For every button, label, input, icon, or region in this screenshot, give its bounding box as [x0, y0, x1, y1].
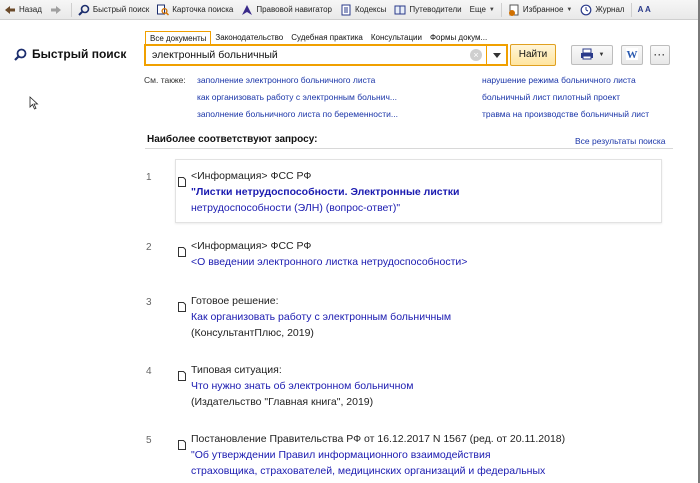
favorites-label: Избранное — [522, 5, 564, 14]
arrow-right-icon — [50, 4, 62, 16]
navigator-icon — [241, 4, 253, 16]
guides-button[interactable]: Путеводители — [390, 0, 465, 20]
result-item[interactable]: Готовое решение: Как организовать работу… — [191, 293, 451, 341]
codes-book-icon — [340, 4, 352, 16]
result-source: Типовая ситуация: — [191, 364, 282, 376]
result-title[interactable]: <О введении электронного листка нетрудос… — [191, 254, 467, 270]
see-also-link[interactable]: заполнение больничного листа по беременн… — [197, 109, 398, 119]
chevron-down-icon — [492, 52, 501, 58]
page-title: Быстрый поиск — [14, 47, 126, 61]
search-icon — [14, 48, 27, 61]
result-source: <Информация> ФСС РФ — [191, 240, 312, 252]
guides-icon — [394, 4, 406, 16]
printer-icon — [580, 48, 594, 62]
see-also-link[interactable]: травма на производстве больничный лист — [482, 109, 649, 119]
document-icon — [178, 368, 186, 381]
toolbar-divider — [70, 2, 72, 17]
font-size-label: A A — [637, 5, 651, 14]
see-also-label: См. также: — [144, 75, 186, 85]
forward-button[interactable] — [46, 0, 69, 20]
search-card-label: Карточка поиска — [172, 5, 234, 14]
more-label: Еще — [469, 5, 486, 14]
codes-button[interactable]: Кодексы — [336, 0, 390, 20]
favorites-button[interactable]: Избранное ▼ — [504, 0, 577, 20]
result-number: 1 — [146, 172, 152, 183]
main-toolbar: Назад Быстрый поиск Карточка поиска Прав… — [0, 0, 700, 20]
result-item[interactable]: <Информация> ФСС РФ <О введении электрон… — [191, 238, 467, 270]
document-icon — [178, 437, 186, 450]
clock-icon — [580, 4, 592, 16]
document-icon — [178, 174, 186, 187]
result-number: 5 — [146, 435, 152, 446]
search-category-tabs: Все документы Законодательство Судебная … — [145, 31, 491, 45]
result-source: Постановление Правительства РФ от 16.12.… — [191, 433, 566, 445]
result-publisher: (Издательство "Главная книга", 2019) — [191, 396, 374, 408]
font-size-button[interactable]: A A — [634, 0, 655, 20]
chevron-down-icon: ▼ — [488, 6, 495, 13]
journal-label: Журнал — [595, 5, 625, 14]
codes-label: Кодексы — [355, 5, 387, 14]
toolbar-divider — [630, 2, 632, 17]
result-title[interactable]: Как организовать работу с электронным бо… — [191, 309, 451, 325]
clear-icon[interactable]: × — [470, 49, 482, 61]
result-title[interactable]: Что нужно знать об электронном больнично… — [191, 378, 413, 394]
legal-navigator-label: Правовой навигатор — [256, 5, 332, 14]
print-button[interactable]: ▼ — [571, 45, 613, 65]
quick-search-label: Быстрый поиск — [92, 5, 150, 14]
page-title-label: Быстрый поиск — [32, 47, 127, 61]
mouse-cursor-icon — [29, 96, 39, 110]
tab-court-practice[interactable]: Судебная практика — [287, 31, 367, 45]
arrow-left-icon — [4, 4, 16, 16]
tab-legislation[interactable]: Законодательство — [211, 31, 287, 45]
result-source: <Информация> ФСС РФ — [191, 170, 312, 182]
guides-label: Путеводители — [409, 5, 462, 14]
result-number: 3 — [146, 297, 152, 308]
svg-text:W: W — [627, 49, 638, 60]
back-label: Назад — [19, 5, 42, 14]
search-card-icon — [157, 4, 170, 16]
result-title-cont[interactable]: страховщика, страхователей, медицинских … — [191, 463, 565, 479]
see-also-link[interactable]: заполнение электронного больничного лист… — [197, 75, 375, 85]
search-card-button[interactable]: Карточка поиска — [153, 0, 237, 20]
result-item[interactable]: <Информация> ФСС РФ "Листки нетрудоспосо… — [191, 168, 460, 216]
document-icon — [178, 244, 186, 257]
result-publisher: (КонсультантПлюс, 2019) — [191, 327, 314, 339]
more-menu-button[interactable]: Еще ▼ — [466, 0, 499, 20]
result-item[interactable]: Типовая ситуация: Что нужно знать об эле… — [191, 362, 413, 410]
toolbar-divider — [500, 2, 502, 17]
ellipsis-icon: ··· — [654, 50, 666, 60]
search-box: × — [144, 44, 508, 66]
tab-all-documents[interactable]: Все документы — [145, 31, 212, 45]
back-button[interactable]: Назад — [0, 0, 46, 20]
result-number: 2 — [146, 242, 152, 253]
tab-document-forms[interactable]: Формы докум... — [426, 31, 491, 45]
document-icon — [178, 299, 186, 312]
result-item[interactable]: Постановление Правительства РФ от 16.12.… — [191, 431, 565, 479]
result-number: 4 — [146, 366, 152, 377]
chevron-down-icon: ▼ — [566, 6, 573, 13]
chevron-down-icon: ▼ — [598, 52, 605, 58]
quick-search-button[interactable]: Быстрый поиск — [74, 0, 153, 20]
export-word-button[interactable]: W — [621, 45, 643, 65]
search-input[interactable] — [146, 46, 470, 64]
journal-button[interactable]: Журнал — [576, 0, 628, 20]
result-title-cont[interactable]: нетрудоспособности (ЭЛН) (вопрос-ответ)" — [191, 200, 460, 216]
results-header: Наиболее соответствуют запросу: — [147, 134, 318, 145]
search-history-dropdown[interactable] — [486, 46, 506, 64]
tab-consultations[interactable]: Консультации — [367, 31, 426, 45]
see-also-link[interactable]: больничный лист пилотный проект — [482, 92, 620, 102]
favorites-icon — [508, 4, 520, 16]
word-icon: W — [626, 48, 638, 62]
see-also-link[interactable]: нарушение режима больничного листа — [482, 75, 636, 85]
more-actions-button[interactable]: ··· — [650, 45, 670, 65]
divider — [145, 148, 673, 149]
find-button[interactable]: Найти — [510, 44, 556, 66]
search-icon — [78, 4, 90, 16]
result-title[interactable]: "Листки нетрудоспособности. Электронные … — [191, 184, 460, 200]
all-results-link[interactable]: Все результаты поиска — [575, 136, 666, 146]
see-also-link[interactable]: как организовать работу с электронным бо… — [197, 92, 397, 102]
result-title[interactable]: "Об утверждении Правил информационного в… — [191, 447, 565, 463]
legal-navigator-button[interactable]: Правовой навигатор — [237, 0, 336, 20]
result-source: Готовое решение: — [191, 295, 279, 307]
